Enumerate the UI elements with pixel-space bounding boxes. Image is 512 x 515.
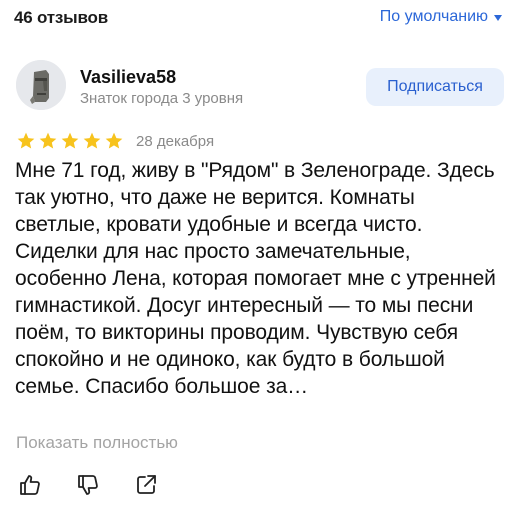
- reviews-count: 46 отзывов: [14, 8, 108, 27]
- star-rating: [16, 131, 126, 151]
- author-level: Знаток города 3 уровня: [80, 90, 244, 107]
- sort-dropdown[interactable]: По умолчанию: [380, 8, 502, 26]
- thumbs-up-icon[interactable]: [18, 473, 42, 497]
- show-more-link[interactable]: Показать полностью: [16, 433, 178, 453]
- share-icon[interactable]: [134, 473, 158, 497]
- star-icon: [17, 132, 35, 149]
- star-icon: [83, 132, 101, 149]
- avatar[interactable]: [16, 60, 66, 110]
- review-text: Мне 71 год, живу в "Рядом" в Зеленограде…: [15, 159, 496, 398]
- subscribe-button[interactable]: Подписаться: [366, 68, 504, 106]
- star-icon: [61, 132, 79, 149]
- moai-statue-icon: [16, 60, 66, 110]
- review-date: 28 декабря: [136, 132, 215, 150]
- thumbs-down-icon[interactable]: [76, 473, 100, 497]
- star-icon: [105, 132, 123, 149]
- author-name[interactable]: Vasilieva58: [80, 67, 176, 88]
- review-actions: [18, 472, 158, 498]
- reviews-header: 46 отзывов По умолчанию: [14, 8, 502, 32]
- caret-down-icon: [494, 15, 502, 21]
- sort-label: По умолчанию: [379, 8, 488, 25]
- rating-row: 28 декабря: [16, 130, 214, 152]
- star-icon: [39, 132, 57, 149]
